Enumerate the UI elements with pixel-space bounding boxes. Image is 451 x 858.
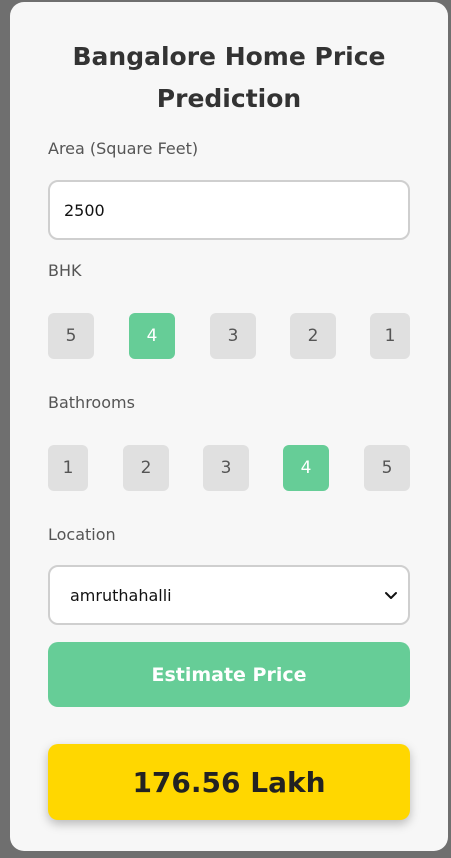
bathrooms-option-2[interactable]: 2 bbox=[123, 445, 169, 491]
location-label: Location bbox=[48, 525, 116, 544]
bhk-label: BHK bbox=[48, 261, 82, 280]
bhk-option-5[interactable]: 5 bbox=[48, 313, 94, 359]
price-result: 176.56 Lakh bbox=[48, 744, 410, 820]
area-label: Area (Square Feet) bbox=[48, 139, 199, 158]
bhk-option-1[interactable]: 1 bbox=[370, 313, 410, 359]
bathrooms-label: Bathrooms bbox=[48, 393, 135, 412]
location-select-value: amruthahalli bbox=[70, 585, 172, 605]
bathrooms-option-5[interactable]: 5 bbox=[364, 445, 410, 491]
bathrooms-option-4[interactable]: 4 bbox=[283, 445, 329, 491]
bathrooms-option-3[interactable]: 3 bbox=[203, 445, 249, 491]
page-title-line2: Prediction bbox=[156, 84, 302, 113]
estimate-price-button[interactable]: Estimate Price bbox=[48, 642, 410, 707]
page-title: Bangalore Home Price Prediction bbox=[10, 36, 448, 120]
chevron-down-icon bbox=[385, 592, 397, 599]
bhk-option-2[interactable]: 2 bbox=[290, 313, 336, 359]
prediction-form-card: Bangalore Home Price Prediction Area (Sq… bbox=[10, 2, 448, 851]
bhk-option-3[interactable]: 3 bbox=[210, 313, 256, 359]
bhk-option-4[interactable]: 4 bbox=[129, 313, 175, 359]
area-input[interactable] bbox=[48, 180, 410, 240]
location-select[interactable]: amruthahalli bbox=[48, 565, 410, 625]
bathrooms-option-1[interactable]: 1 bbox=[48, 445, 88, 491]
page-title-line1: Bangalore Home Price bbox=[72, 42, 386, 71]
